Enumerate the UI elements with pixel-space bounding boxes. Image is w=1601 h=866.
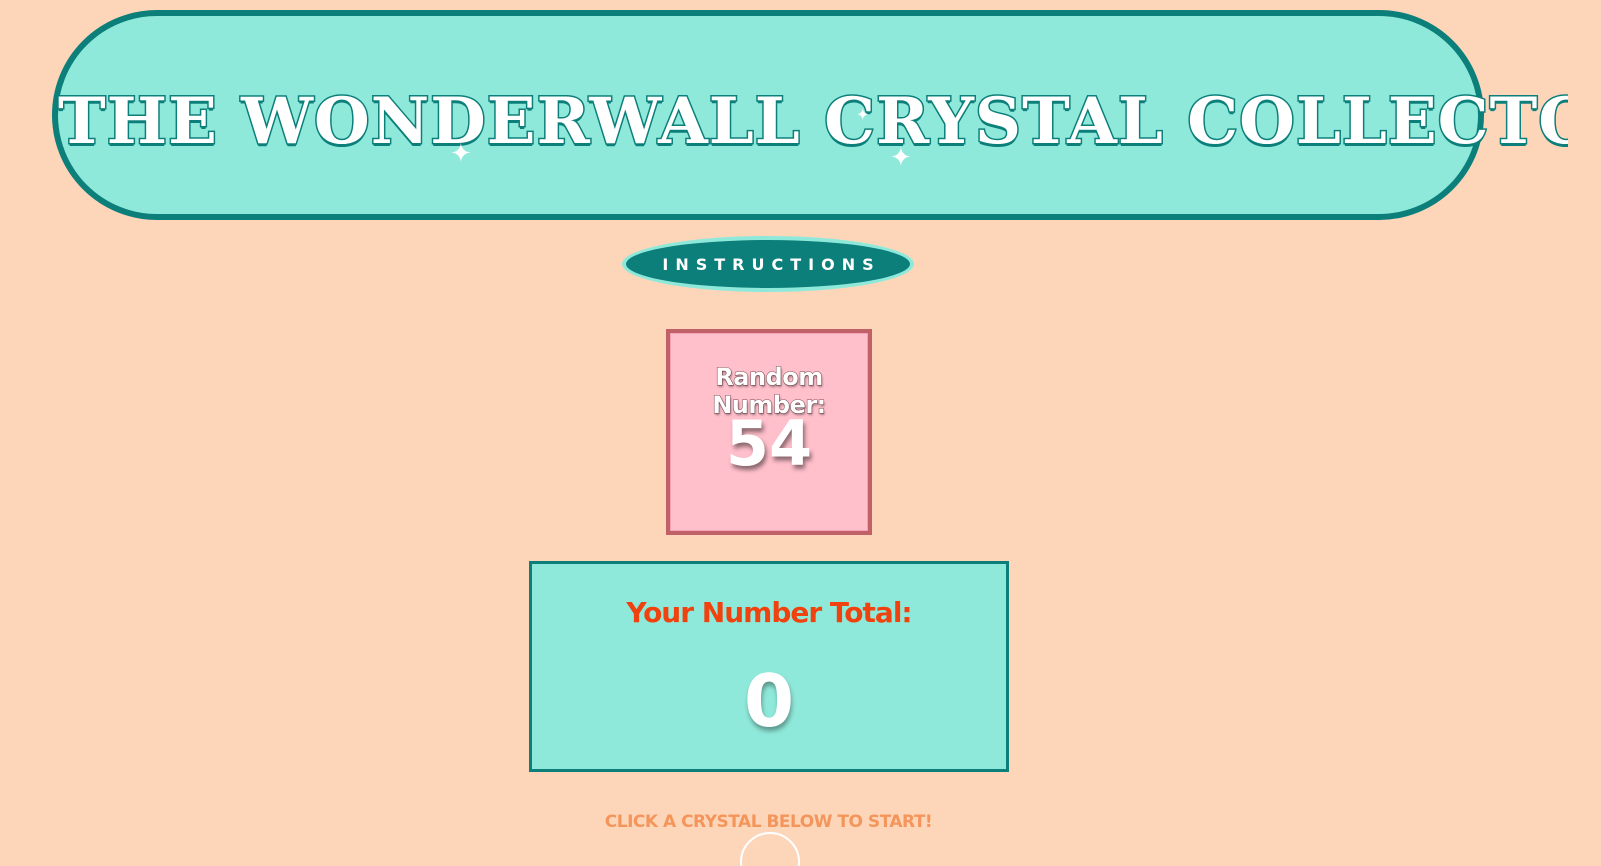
random-number-value: 54 [725,407,813,480]
crystal-icon[interactable] [740,832,800,866]
sparkle-icon: ✦ [450,138,472,168]
random-number-panel: Random Number: 54 [666,329,872,535]
sparkle-icon: ✦ [890,142,912,172]
number-total-panel: Your Number Total: 0 [529,561,1009,772]
instructions-button[interactable]: INSTRUCTIONS [622,236,914,292]
number-total-label: Your Number Total: [626,596,912,629]
sparkle-icon: ✦ [856,107,870,124]
number-total-value: 0 [743,659,795,743]
start-hint: CLICK A CRYSTAL BELOW TO START! [604,812,933,832]
page: THE WONDERWALL CRYSTAL COLLECTOR! ✦ ✦ ✦ … [0,0,1601,866]
instructions-label: INSTRUCTIONS [662,254,881,274]
scrollbar[interactable] [1568,0,1601,866]
title-banner: THE WONDERWALL CRYSTAL COLLECTOR! ✦ ✦ ✦ [52,10,1601,220]
page-title: THE WONDERWALL CRYSTAL COLLECTOR! [57,83,1601,161]
